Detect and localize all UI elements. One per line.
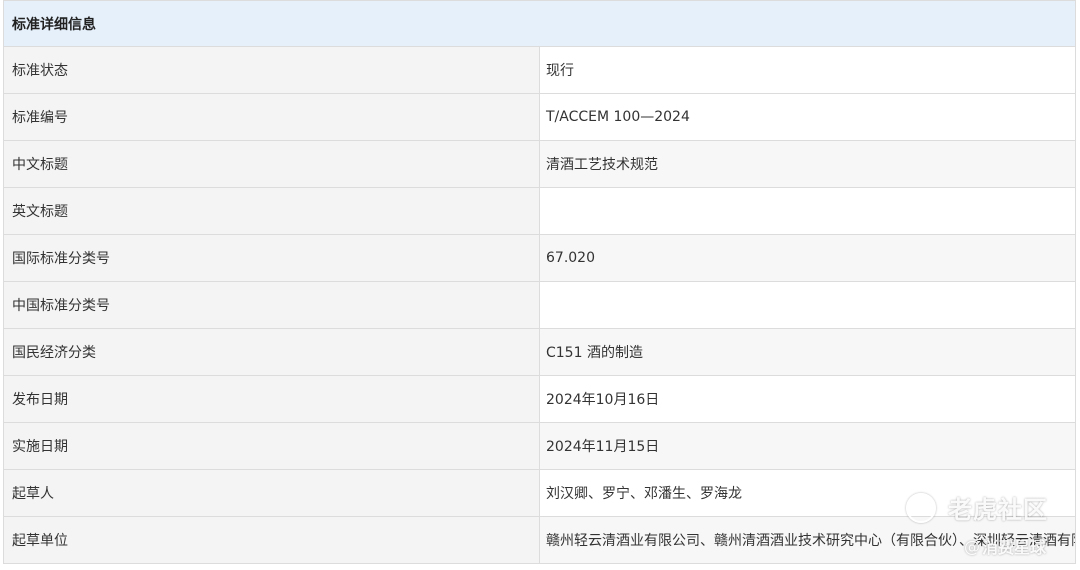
- standard-detail-page: 标准详细信息 标准状态 现行 标准编号 T/ACCEM 100—2024 中文标…: [0, 0, 1080, 570]
- table-row-number: 标准编号 T/ACCEM 100—2024: [3, 93, 1076, 141]
- row-value: 2024年10月16日: [539, 375, 1076, 423]
- row-value: C151 酒的制造: [539, 328, 1076, 376]
- row-label: 国际标准分类号: [3, 234, 540, 282]
- table-row-drafters: 起草人 刘汉卿、罗宁、邓潘生、罗海龙: [3, 469, 1076, 517]
- table-row-chinese-title: 中文标题 清酒工艺技术规范: [3, 140, 1076, 188]
- row-value: 清酒工艺技术规范: [539, 140, 1076, 188]
- row-value: 刘汉卿、罗宁、邓潘生、罗海龙: [539, 469, 1076, 517]
- row-label: 标准状态: [3, 46, 540, 94]
- table-row-publish-date: 发布日期 2024年10月16日: [3, 375, 1076, 423]
- row-label: 实施日期: [3, 422, 540, 470]
- row-value: 2024年11月15日: [539, 422, 1076, 470]
- table-row-status: 标准状态 现行: [3, 46, 1076, 94]
- row-value: 67.020: [539, 234, 1076, 282]
- table-row-ccs: 中国标准分类号: [3, 281, 1076, 329]
- row-label: 标准编号: [3, 93, 540, 141]
- row-label: 英文标题: [3, 187, 540, 235]
- table-row-effective-date: 实施日期 2024年11月15日: [3, 422, 1076, 470]
- row-value: T/ACCEM 100—2024: [539, 93, 1076, 141]
- row-value: 现行: [539, 46, 1076, 94]
- table-row-drafting-units: 起草单位 赣州轻云清酒业有限公司、赣州清酒酒业技术研究中心（有限合伙）、深圳轻云…: [3, 516, 1076, 564]
- row-label: 起草人: [3, 469, 540, 517]
- row-value: 赣州轻云清酒业有限公司、赣州清酒酒业技术研究中心（有限合伙）、深圳轻云清酒有限公…: [539, 516, 1076, 564]
- table-row-economic-class: 国民经济分类 C151 酒的制造: [3, 328, 1076, 376]
- row-value: [539, 281, 1076, 329]
- standard-detail-table: 标准详细信息 标准状态 现行 标准编号 T/ACCEM 100—2024 中文标…: [3, 0, 1076, 564]
- row-value: [539, 187, 1076, 235]
- row-label: 中国标准分类号: [3, 281, 540, 329]
- table-header: 标准详细信息: [3, 0, 1076, 47]
- row-label: 发布日期: [3, 375, 540, 423]
- table-row-ics: 国际标准分类号 67.020: [3, 234, 1076, 282]
- row-label: 国民经济分类: [3, 328, 540, 376]
- row-label: 起草单位: [3, 516, 540, 564]
- table-row-english-title: 英文标题: [3, 187, 1076, 235]
- row-label: 中文标题: [3, 140, 540, 188]
